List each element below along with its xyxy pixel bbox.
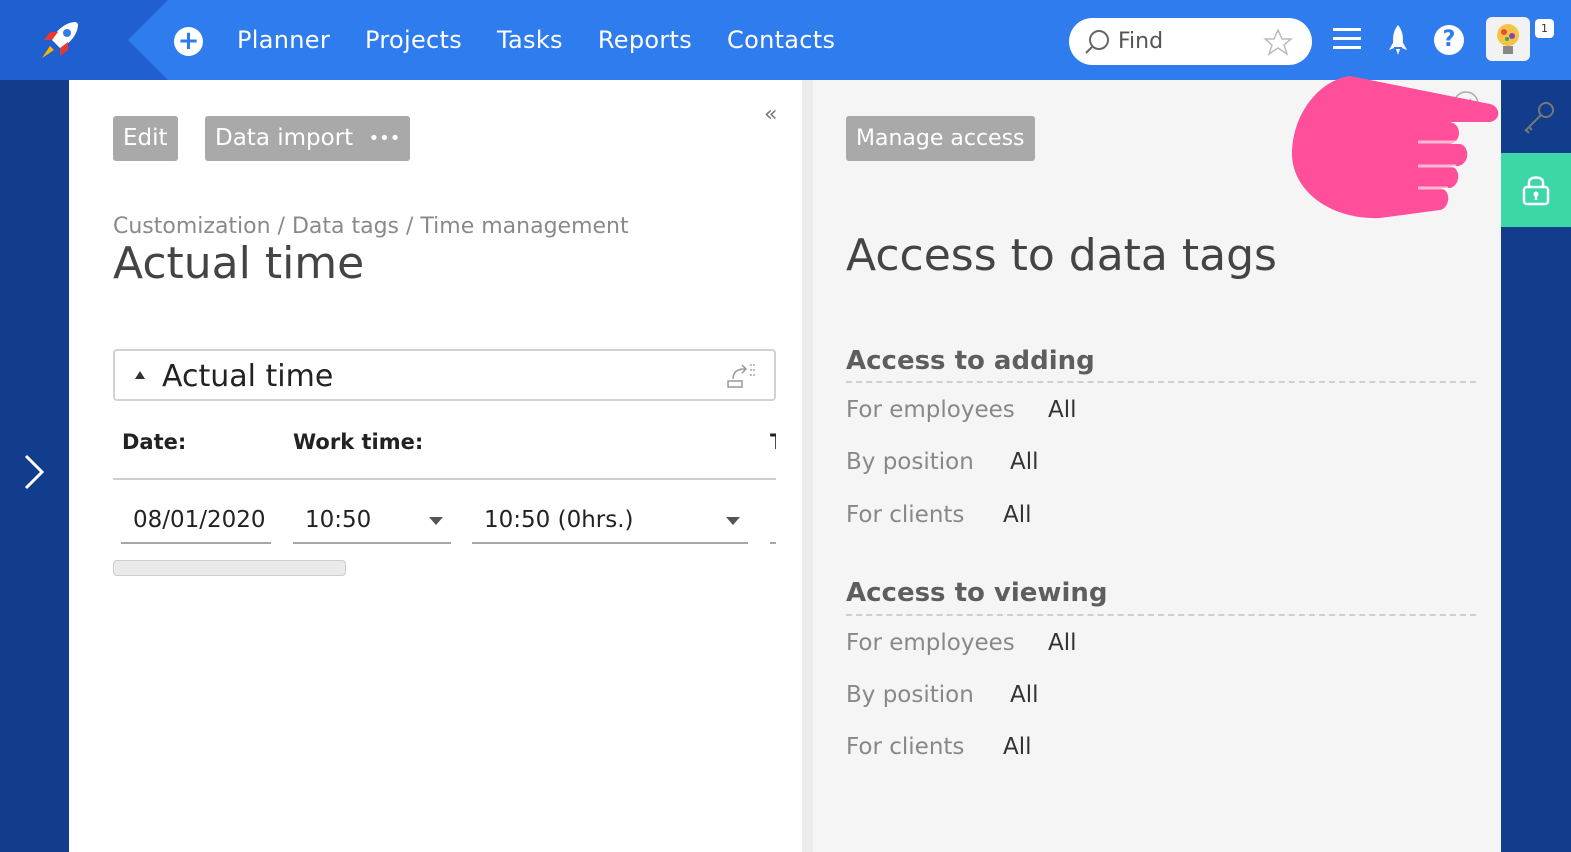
dashed-divider <box>846 614 1476 616</box>
column-header-date: Date: <box>122 430 187 454</box>
chevron-down-icon <box>726 517 740 525</box>
dashed-divider <box>846 381 1476 383</box>
chevron-down-icon <box>429 517 443 525</box>
panel-title: Access to data tags <box>846 230 1277 281</box>
export-icon[interactable] <box>725 361 757 391</box>
actual-time-value: 10:50 (0hrs.) <box>484 507 634 533</box>
nav-contacts[interactable]: Contacts <box>727 26 835 54</box>
work-time-value: 10:50 <box>305 507 372 533</box>
collapse-triangle-icon[interactable] <box>135 371 145 379</box>
data-import-button[interactable]: Data import <box>205 116 364 161</box>
section-title: Actual time <box>162 359 334 394</box>
horizontal-scrollbar[interactable] <box>113 560 346 576</box>
nav-tasks[interactable]: Tasks <box>497 26 563 54</box>
chevron-right-icon[interactable] <box>18 452 48 492</box>
main-nav: Planner Projects Tasks Reports Contacts <box>237 0 870 80</box>
top-bar: + Planner Projects Tasks Reports Contact… <box>0 0 1571 80</box>
access-label: By position <box>846 682 974 708</box>
nav-reports[interactable]: Reports <box>598 26 692 54</box>
access-label: For clients <box>846 502 965 528</box>
access-value[interactable]: All <box>1003 502 1032 528</box>
rocket-logo-icon[interactable] <box>36 16 84 64</box>
panel-divider <box>802 80 813 852</box>
nav-projects[interactable]: Projects <box>365 26 462 54</box>
access-value[interactable]: All <box>1048 397 1077 423</box>
star-icon[interactable] <box>1263 28 1293 56</box>
access-lock-tab[interactable] <box>1501 153 1571 227</box>
date-field[interactable]: 08/01/2020 <box>121 504 271 544</box>
access-value[interactable]: All <box>1010 682 1039 708</box>
access-value[interactable]: All <box>1010 449 1039 475</box>
group-title-adding: Access to adding <box>846 346 1095 376</box>
record-panel: Edit Data import ••• « Customization / D… <box>69 80 802 852</box>
page-title: Actual time <box>113 238 365 289</box>
access-label: By position <box>846 449 974 475</box>
pointing-hand-icon <box>1291 76 1499 219</box>
column-header-third: T <box>770 430 776 454</box>
access-label: For employees <box>846 397 1015 423</box>
section-header[interactable]: Actual time <box>113 349 776 401</box>
work-time-select[interactable]: 10:50 <box>293 504 451 544</box>
help-icon[interactable]: ? <box>1434 25 1464 55</box>
search-box <box>1069 18 1312 65</box>
truncated-cell <box>770 504 776 544</box>
double-chevron-left-icon[interactable]: « <box>764 102 777 127</box>
access-value[interactable]: All <box>1003 734 1032 760</box>
search-input[interactable] <box>1118 26 1268 57</box>
more-button[interactable]: ••• <box>359 116 410 161</box>
avatar[interactable] <box>1486 17 1530 61</box>
lightbulb-avatar-icon <box>1497 24 1519 54</box>
add-button[interactable]: + <box>174 27 203 56</box>
group-title-viewing: Access to viewing <box>846 578 1108 608</box>
breadcrumb: Customization / Data tags / Time managem… <box>113 214 629 239</box>
access-label: For employees <box>846 630 1015 656</box>
menu-icon[interactable] <box>1331 22 1365 58</box>
divider <box>113 478 776 480</box>
search-icon <box>1085 30 1109 54</box>
manage-access-button[interactable]: Manage access <box>846 116 1035 161</box>
access-label: For clients <box>846 734 965 760</box>
actual-time-select[interactable]: 10:50 (0hrs.) <box>472 504 748 544</box>
edit-button[interactable]: Edit <box>113 116 178 161</box>
key-icon[interactable] <box>1519 98 1559 138</box>
access-value[interactable]: All <box>1048 630 1077 656</box>
notification-badge: 1 <box>1535 19 1554 38</box>
logo-area <box>0 0 168 80</box>
rocket-icon[interactable] <box>1381 22 1415 58</box>
nav-planner[interactable]: Planner <box>237 26 330 54</box>
lock-icon <box>1522 176 1550 206</box>
column-header-work-time: Work time: <box>293 430 424 454</box>
